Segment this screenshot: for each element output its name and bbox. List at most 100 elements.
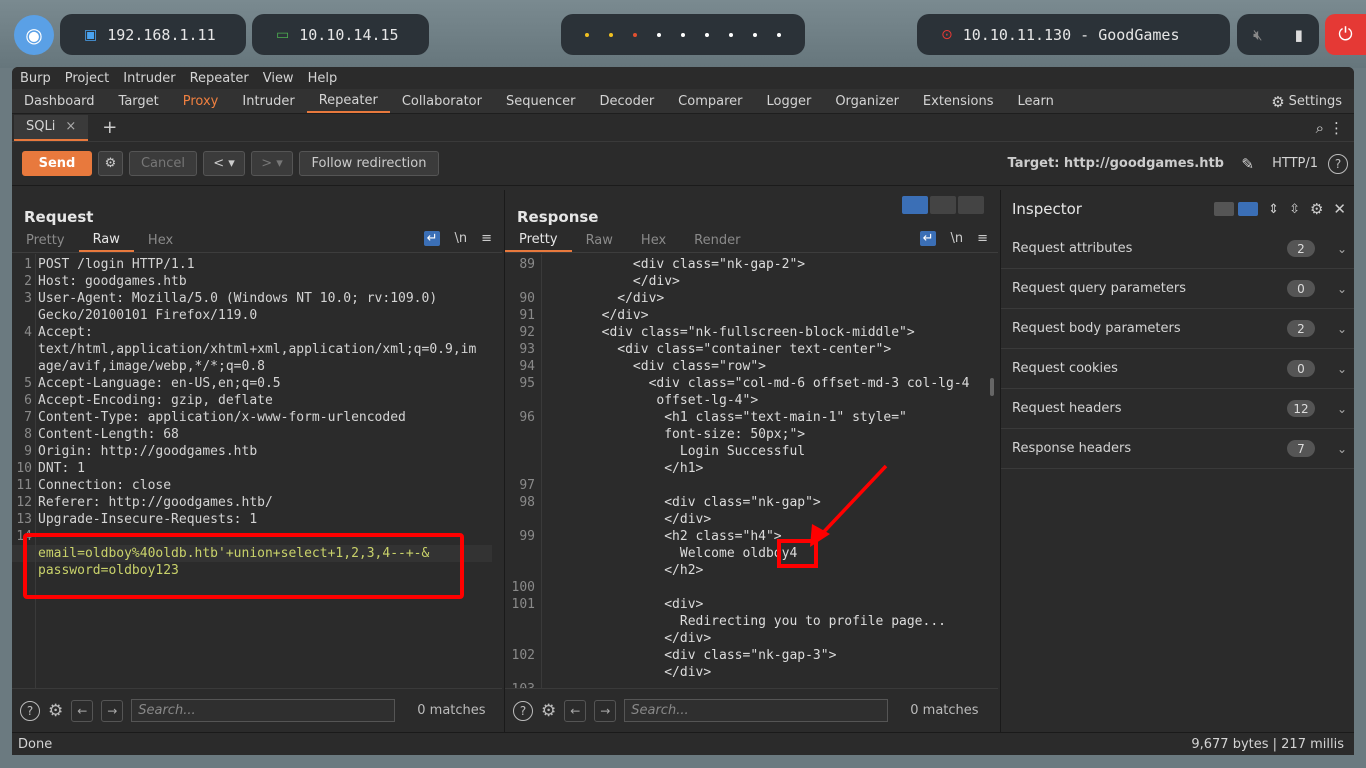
help-icon[interactable]: ? xyxy=(20,700,40,721)
tab-repeater[interactable]: Repeater xyxy=(306,89,390,113)
menu-item-view[interactable]: View xyxy=(263,71,294,86)
tab-intruder[interactable]: Intruder xyxy=(230,89,306,113)
mute-icon[interactable]: 🔇︎ xyxy=(1253,26,1262,44)
request-gutter-line xyxy=(35,254,36,688)
tab-collaborator[interactable]: Collaborator xyxy=(390,89,494,113)
next-match-icon[interactable]: → xyxy=(101,699,124,722)
workspace-dots[interactable] xyxy=(561,14,805,55)
collapse-icon[interactable]: ⇳ xyxy=(1289,202,1300,217)
search-icon[interactable]: ⌕ xyxy=(1316,119,1324,137)
chevron-down-icon[interactable]: ⌄ xyxy=(1337,362,1347,376)
prev-match-icon[interactable]: ← xyxy=(564,699,587,722)
response-tab-hex[interactable]: Hex xyxy=(627,229,680,252)
response-tab-raw[interactable]: Raw xyxy=(572,229,627,252)
send-button[interactable]: Send xyxy=(22,151,92,176)
menu-item-repeater[interactable]: Repeater xyxy=(190,71,249,86)
target-label[interactable]: Target: http://goodgames.htb xyxy=(1008,156,1225,171)
inspector-row-request-headers[interactable]: Request headers 12 ⌄ xyxy=(1001,389,1354,429)
chevron-down-icon[interactable]: ⌄ xyxy=(1337,242,1347,256)
response-search-input[interactable]: Search... xyxy=(624,699,889,722)
tab-sqli[interactable]: SQLi × xyxy=(14,114,89,141)
tab-target[interactable]: Target xyxy=(107,89,171,113)
gear-icon[interactable]: ⚙ xyxy=(1310,200,1323,218)
repeater-subtabs: SQLi × + ⌕ ⋮ xyxy=(12,114,1354,142)
request-line-number: 14 xyxy=(16,529,32,544)
http-version[interactable]: HTTP/1 xyxy=(1272,156,1318,171)
layout-left-icon[interactable] xyxy=(1214,202,1235,216)
response-line-number: 100 xyxy=(511,580,535,595)
request-line: age/avif,image/webp,*/*;q=0.8 xyxy=(38,359,265,374)
response-line: </div> xyxy=(539,291,665,306)
tab-dashboard[interactable]: Dashboard xyxy=(12,89,107,113)
response-tab-pretty[interactable]: Pretty xyxy=(505,229,572,252)
chevron-down-icon[interactable]: ⌄ xyxy=(1337,282,1347,296)
request-pane: Request Pretty Raw Hex ↵ \n ≡ 1 POST /login HT… xyxy=(12,190,502,732)
response-scrollbar[interactable] xyxy=(990,378,994,396)
tab-organizer[interactable]: Organizer xyxy=(823,89,911,113)
battery-icon[interactable]: ▮ xyxy=(1295,26,1303,44)
menu-item-burp[interactable]: Burp xyxy=(20,71,51,86)
inspector-row-request-attributes[interactable]: Request attributes 2 ⌄ xyxy=(1001,229,1354,269)
tab-proxy[interactable]: Proxy xyxy=(171,89,231,113)
close-icon[interactable]: ✕ xyxy=(1333,200,1346,218)
distro-logo-icon[interactable]: ◉ xyxy=(14,15,54,55)
inspector-row-request-body-parameters[interactable]: Request body parameters 2 ⌄ xyxy=(1001,309,1354,349)
settings-button[interactable]: ⚙ Settings xyxy=(1271,89,1342,114)
menu-icon[interactable]: ≡ xyxy=(481,231,492,246)
follow-redirection-button[interactable]: Follow redirection xyxy=(299,151,439,176)
next-match-icon[interactable]: → xyxy=(594,699,617,722)
kebab-menu-icon[interactable]: ⋮ xyxy=(1329,119,1344,137)
inspector-row-response-headers[interactable]: Response headers 7 ⌄ xyxy=(1001,429,1354,469)
menu-item-help[interactable]: Help xyxy=(308,71,338,86)
response-line: Login Successful xyxy=(539,444,806,459)
tab-comparer[interactable]: Comparer xyxy=(666,89,754,113)
tab-logger[interactable]: Logger xyxy=(755,89,824,113)
gear-icon[interactable]: ⚙ xyxy=(48,701,63,721)
request-tab-raw[interactable]: Raw xyxy=(78,229,134,252)
wrap-icon[interactable]: ↵ xyxy=(919,231,937,246)
history-forward-button[interactable]: > ▾ xyxy=(251,151,293,176)
chevron-down-icon[interactable]: ⌄ xyxy=(1337,402,1347,416)
tab-learn[interactable]: Learn xyxy=(1006,89,1066,113)
send-options-gear-icon[interactable]: ⚙ xyxy=(98,151,123,176)
gear-icon[interactable]: ⚙ xyxy=(541,701,556,721)
response-editor[interactable]: 89 <div class="nk-gap-2"> </div> 90 </div… xyxy=(505,254,998,688)
chevron-down-icon[interactable]: ⌄ xyxy=(1337,322,1347,336)
inspector-row-request-query-parameters[interactable]: Request query parameters 0 ⌄ xyxy=(1001,269,1354,309)
inspector-row-request-cookies[interactable]: Request cookies 0 ⌄ xyxy=(1001,349,1354,389)
newline-icon[interactable]: \n xyxy=(950,231,963,246)
wrap-icon[interactable]: ↵ xyxy=(423,231,441,246)
add-tab-icon[interactable]: + xyxy=(102,117,117,138)
response-line: font-size: 50px;"> xyxy=(539,427,806,442)
count-badge: 7 xyxy=(1287,440,1315,457)
request-line-number: 13 xyxy=(16,512,32,527)
request-tab-hex[interactable]: Hex xyxy=(134,229,187,252)
menu-item-intruder[interactable]: Intruder xyxy=(123,71,175,86)
menu-item-project[interactable]: Project xyxy=(65,71,109,86)
tab-extensions[interactable]: Extensions xyxy=(911,89,1006,113)
request-editor[interactable]: 1 POST /login HTTP/1.1 2 Host: goodgames.ht… xyxy=(12,254,502,688)
edit-pencil-icon[interactable]: ✎ xyxy=(1241,155,1254,173)
tab-sequencer[interactable]: Sequencer xyxy=(494,89,587,113)
newline-icon[interactable]: \n xyxy=(454,231,467,246)
history-back-button[interactable]: < ▾ xyxy=(203,151,245,176)
cancel-button[interactable]: Cancel xyxy=(129,151,197,176)
help-icon[interactable]: ? xyxy=(1328,153,1348,174)
menu-icon[interactable]: ≡ xyxy=(977,231,988,246)
tab-decoder[interactable]: Decoder xyxy=(587,89,666,113)
request-line: password=oldboy123 xyxy=(38,563,179,578)
close-icon[interactable]: × xyxy=(65,119,76,134)
response-tab-render[interactable]: Render xyxy=(680,229,754,252)
request-line: Content-Length: 68 xyxy=(38,427,179,442)
layout-right-icon[interactable] xyxy=(1238,202,1259,216)
ip-pill-local: ▣ 192.168.1.11 xyxy=(60,14,246,55)
request-search-input[interactable]: Search... xyxy=(131,699,396,722)
chevron-down-icon[interactable]: ⌄ xyxy=(1337,442,1347,456)
help-icon[interactable]: ? xyxy=(513,700,533,721)
layout-toggle[interactable] xyxy=(902,196,984,214)
expand-icon[interactable]: ⇕ xyxy=(1268,202,1279,217)
power-icon[interactable]: ⏻ xyxy=(1325,14,1366,55)
target-icon: ⊙ xyxy=(941,26,953,43)
prev-match-icon[interactable]: ← xyxy=(71,699,94,722)
request-tab-pretty[interactable]: Pretty xyxy=(12,229,79,252)
